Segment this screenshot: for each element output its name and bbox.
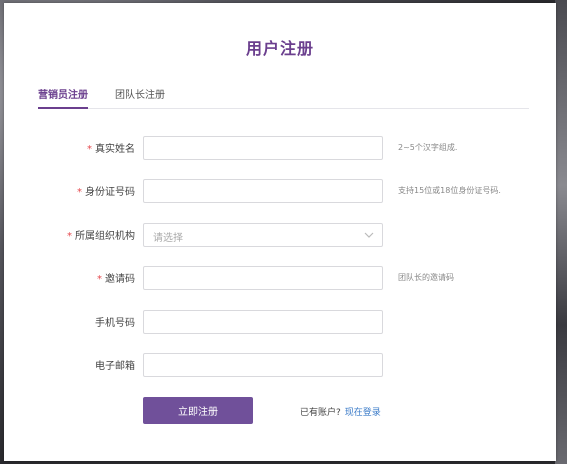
register-button[interactable]: 立即注册 — [143, 397, 253, 424]
register-tabs: 营销员注册 团队长注册 — [38, 86, 529, 109]
phone-input[interactable] — [143, 310, 383, 334]
required-mark: * — [87, 144, 92, 155]
real-name-row: * 真实姓名 2~5个汉字组成. — [4, 136, 556, 160]
organization-row: * 所属组织机构 请选择 — [4, 223, 556, 247]
page-title: 用户注册 — [245, 39, 314, 58]
real-name-label: * 真实姓名 — [87, 144, 135, 155]
real-name-input[interactable] — [143, 136, 383, 160]
email-label: 电子邮箱 — [95, 361, 135, 372]
required-mark: * — [77, 187, 82, 198]
organization-label: * 所属组织机构 — [67, 231, 135, 242]
invite-code-label: * 邀请码 — [97, 274, 135, 285]
login-link[interactable]: 现在登录 — [345, 408, 381, 418]
chevron-down-icon — [364, 232, 374, 238]
tab-salesman-register[interactable]: 营销员注册 — [38, 86, 88, 109]
tab-team-leader-register[interactable]: 团队长注册 — [115, 86, 165, 107]
required-mark: * — [97, 274, 102, 285]
id-number-input[interactable] — [143, 179, 383, 203]
invite-code-hint: 团队长的邀请码 — [398, 273, 454, 282]
email-input[interactable] — [143, 353, 383, 377]
id-number-row: * 身份证号码 支持15位或18位身份证号码. — [4, 179, 556, 203]
register-panel: 用户注册 营销员注册 团队长注册 * 真实姓名 2~5个汉字组成. * 身份证号码 … — [4, 3, 556, 461]
organization-select[interactable]: 请选择 — [143, 223, 383, 247]
invite-code-input[interactable] — [143, 266, 383, 290]
phone-row: 手机号码 — [4, 310, 556, 334]
phone-label: 手机号码 — [95, 318, 135, 329]
email-row: 电子邮箱 — [4, 353, 556, 377]
have-account-text: 已有账户? — [300, 408, 341, 418]
id-number-hint: 支持15位或18位身份证号码. — [398, 186, 501, 195]
organization-placeholder: 请选择 — [153, 233, 183, 244]
login-prompt: 已有账户? 现在登录 — [300, 405, 381, 418]
id-number-label: * 身份证号码 — [77, 187, 135, 198]
invite-code-row: * 邀请码 团队长的邀请码 — [4, 266, 556, 290]
real-name-hint: 2~5个汉字组成. — [398, 143, 458, 152]
required-mark: * — [67, 231, 72, 242]
background-edge — [555, 0, 567, 464]
